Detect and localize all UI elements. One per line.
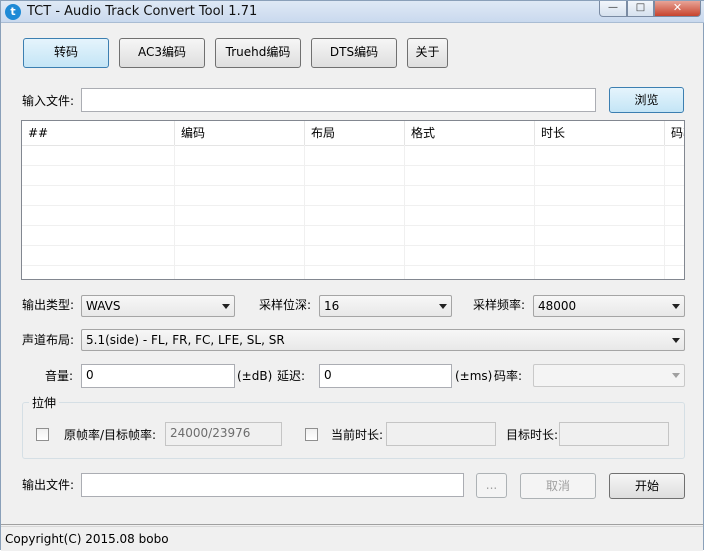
input-file-field[interactable] [81,88,596,112]
column-format[interactable]: 格式 [405,121,535,145]
bitrate-select[interactable] [533,364,685,387]
grid-line [22,165,684,166]
column-codec[interactable]: 编码 [175,121,305,145]
bit-depth-label: 采样位深: [259,298,312,312]
output-file-label: 输出文件: [22,478,75,492]
grid-line [22,265,684,266]
current-duration-checkbox[interactable] [305,428,318,441]
browse-input-button[interactable]: 浏览 [609,87,684,113]
column-index[interactable]: ## [22,121,175,145]
volume-unit: (±dB) [237,369,273,383]
chevron-down-icon [672,373,680,378]
framerate-checkbox[interactable] [36,428,49,441]
stretch-group-title: 拉伸 [29,396,60,410]
chevron-down-icon [672,304,680,309]
input-file-label: 输入文件: [22,94,75,108]
channel-layout-select[interactable]: 5.1(side) - FL, FR, FC, LFE, SL, SR [81,329,685,351]
grid-line [22,225,684,226]
volume-field[interactable]: 0 [81,364,235,388]
start-button[interactable]: 开始 [609,473,685,499]
framerate-label: 原帧率/目标帧率: [64,428,157,442]
output-file-field[interactable] [81,473,464,497]
close-button[interactable]: ✕ [654,1,701,17]
copyright-text: Copyright(C) 2015.08 bobo [5,532,169,546]
tab-dts-encode[interactable]: DTS编码 [311,38,397,68]
tab-truehd-encode[interactable]: Truehd编码 [215,38,301,68]
track-list[interactable]: ## 编码 布局 格式 时长 码率 [21,120,685,280]
sample-rate-label: 采样频率: [473,298,526,312]
chevron-down-icon [672,338,680,343]
chevron-down-icon [222,304,230,309]
framerate-field[interactable]: 24000/23976 [165,422,282,446]
tab-about[interactable]: 关于 [407,38,448,68]
current-duration-field[interactable] [386,422,496,446]
tab-transcode[interactable]: 转码 [23,38,109,68]
target-duration-label: 目标时长: [506,428,559,442]
window-title: TCT - Audio Track Convert Tool 1.71 [27,4,258,19]
bit-depth-value: 16 [324,299,340,313]
status-bar: Copyright(C) 2015.08 bobo [1,526,703,551]
output-type-value: WAVS [86,299,121,313]
bit-depth-select[interactable]: 16 [319,295,452,317]
grid-line [22,185,684,186]
channel-layout-value: 5.1(side) - FL, FR, FC, LFE, SL, SR [86,333,285,347]
current-duration-label: 当前时长: [331,428,384,442]
grid-line [22,245,684,246]
status-separator [1,524,703,525]
output-type-label: 输出类型: [22,298,75,312]
track-list-header: ## 编码 布局 格式 时长 码率 [22,121,684,146]
grid-line [22,205,684,206]
maximize-button[interactable]: □ [627,1,654,17]
channel-layout-label: 声道布局: [22,333,75,347]
app-icon: t [5,4,21,20]
column-layout[interactable]: 布局 [305,121,405,145]
cancel-button[interactable]: 取消 [520,473,596,499]
bitrate-label: 码率: [494,369,523,383]
chevron-down-icon [439,304,447,309]
column-bitrate[interactable]: 码率 [665,121,684,145]
column-duration[interactable]: 时长 [535,121,665,145]
app-window: t TCT - Audio Track Convert Tool 1.71 — … [0,0,704,551]
delay-field[interactable]: 0 [319,364,452,388]
browse-output-button[interactable]: ... [476,473,507,498]
delay-unit: (±ms) [455,369,493,383]
title-bar: t TCT - Audio Track Convert Tool 1.71 — … [1,1,704,23]
output-type-select[interactable]: WAVS [81,295,235,317]
delay-label: 延迟: [277,369,306,383]
volume-label: 音量: [45,369,74,383]
sample-rate-select[interactable]: 48000 [533,295,685,317]
minimize-button[interactable]: — [599,1,627,17]
sample-rate-value: 48000 [538,299,577,313]
tab-ac3-encode[interactable]: AC3编码 [119,38,205,68]
target-duration-field[interactable] [559,422,669,446]
